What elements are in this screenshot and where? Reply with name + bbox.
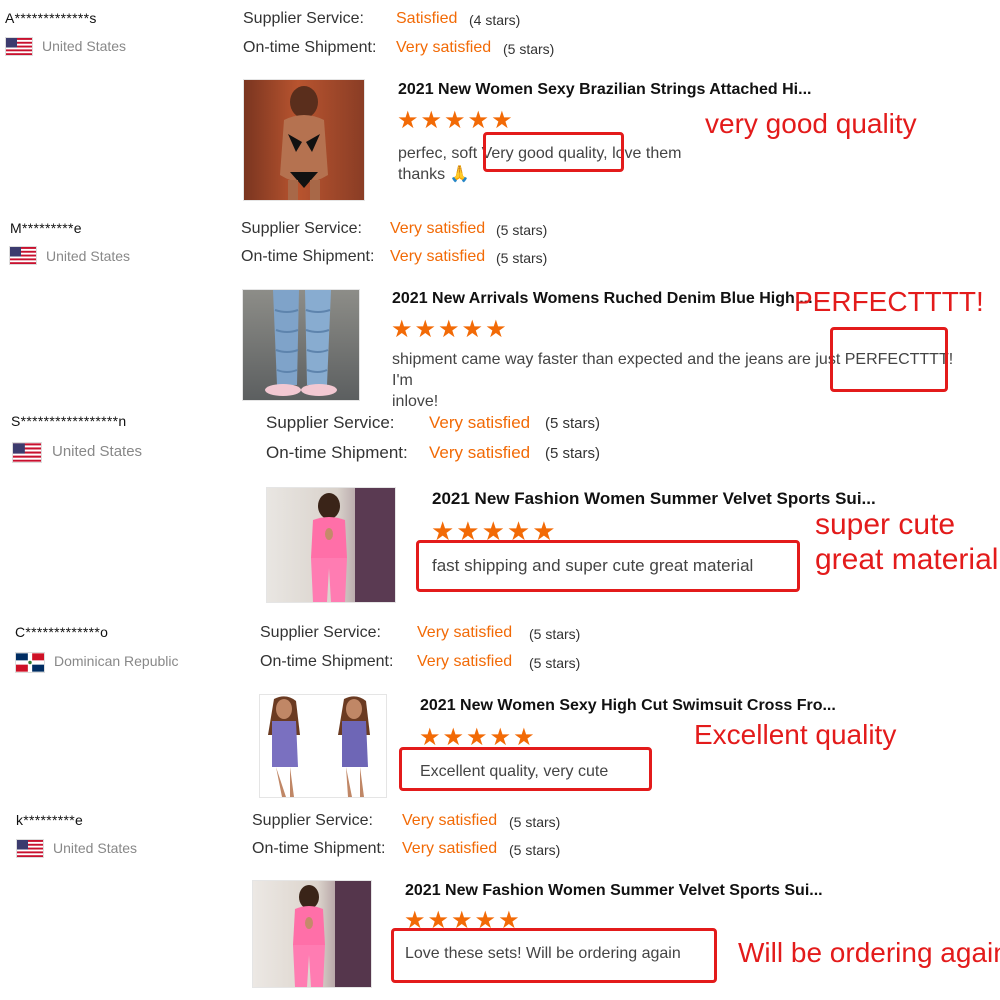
- reviewer-country: United States: [52, 443, 143, 460]
- comment-text: perfec, soft: [398, 145, 478, 162]
- rating-stars: ★★★★★: [391, 316, 509, 343]
- on-time-shipment-stars: (5 stars): [509, 842, 561, 858]
- supplier-service-label: Supplier Service:: [260, 624, 381, 641]
- on-time-shipment-stars: (5 stars): [529, 655, 581, 671]
- comment-highlight: Very good quality,: [481, 145, 608, 162]
- rating-stars: ★★★★★: [404, 907, 522, 934]
- reviewer-country: United States: [46, 248, 131, 264]
- reviewer-name: A*************s: [5, 10, 97, 26]
- product-thumbnail[interactable]: [243, 290, 359, 400]
- product-title[interactable]: 2021 New Fashion Women Summer Velvet Spo…: [432, 489, 876, 509]
- review-card: A*************s United States Supplier S…: [0, 0, 1000, 212]
- review-card: C*************o Dominican Republic Suppl…: [0, 620, 1000, 808]
- comment-text-after: love them: [612, 145, 682, 162]
- annotation-text: PERFECTTTT!: [794, 286, 984, 317]
- supplier-service-stars: (5 stars): [509, 814, 561, 830]
- reviewer-name: C*************o: [15, 624, 109, 640]
- comment-text-after: I'm: [392, 372, 413, 389]
- supplier-service-stars: (4 stars): [469, 12, 521, 28]
- on-time-shipment-value: Very satisfied: [429, 443, 531, 462]
- annotation-text: very good quality: [705, 108, 917, 139]
- on-time-shipment-label: On-time Shipment:: [243, 39, 377, 56]
- supplier-service-label: Supplier Service:: [252, 812, 373, 829]
- on-time-shipment-value: Very satisfied: [396, 39, 492, 56]
- on-time-shipment-value: Very satisfied: [390, 248, 486, 265]
- review-card: M*********e United States Supplier Servi…: [0, 212, 1000, 410]
- product-title[interactable]: 2021 New Women Sexy High Cut Swimsuit Cr…: [420, 697, 836, 715]
- product-title[interactable]: 2021 New Fashion Women Summer Velvet Spo…: [405, 882, 823, 900]
- on-time-shipment-stars: (5 stars): [503, 41, 555, 57]
- supplier-service-value: Satisfied: [396, 10, 458, 27]
- on-time-shipment-value: Very satisfied: [417, 653, 513, 670]
- reviewer-name: S*****************n: [11, 413, 127, 429]
- review-comment: shipment came way faster than expected a…: [392, 349, 977, 412]
- dominican-republic-flag-icon: [16, 653, 44, 677]
- reviewer-country: United States: [53, 840, 138, 856]
- supplier-service-value: Very satisfied: [417, 624, 513, 641]
- product-thumbnail[interactable]: [260, 695, 386, 797]
- us-flag-icon: [13, 443, 41, 467]
- review-comment: Love these sets! Will be ordering again: [405, 945, 681, 962]
- supplier-service-value: Very satisfied: [390, 220, 486, 237]
- review-card: k*********e United States Supplier Servi…: [0, 808, 1000, 1000]
- product-thumbnail[interactable]: [244, 80, 364, 200]
- annotation-line: great material: [815, 543, 999, 576]
- annotation-text: Will be ordering again: [738, 937, 1000, 968]
- on-time-shipment-label: On-time Shipment:: [252, 840, 386, 857]
- on-time-shipment-value: Very satisfied: [402, 840, 498, 857]
- product-title[interactable]: 2021 New Women Sexy Brazilian Strings At…: [398, 81, 811, 99]
- annotation-text: super cute great material: [815, 507, 998, 577]
- on-time-shipment-label: On-time Shipment:: [260, 653, 394, 670]
- on-time-shipment-label: On-time Shipment:: [266, 443, 408, 462]
- review-comment: Excellent quality, very cute: [420, 763, 609, 780]
- reviewer-country: Dominican Republic: [54, 653, 179, 669]
- supplier-service-stars: (5 stars): [529, 626, 581, 642]
- on-time-shipment-label: On-time Shipment:: [241, 248, 375, 265]
- product-title[interactable]: 2021 New Arrivals Womens Ruched Denim Bl…: [392, 290, 813, 308]
- on-time-shipment-stars: (5 stars): [545, 445, 601, 462]
- reviewer-name: k*********e: [16, 812, 84, 828]
- reviewer-name: M*********e: [10, 220, 82, 236]
- supplier-service-label: Supplier Service:: [241, 220, 362, 237]
- review-comment: perfec, soft Very good quality, love the…: [398, 143, 718, 185]
- reviewer-country: United States: [42, 38, 127, 54]
- supplier-service-stars: (5 stars): [545, 415, 601, 432]
- supplier-service-stars: (5 stars): [496, 222, 548, 238]
- product-thumbnail[interactable]: [253, 881, 371, 987]
- supplier-service-label: Supplier Service:: [266, 413, 395, 432]
- on-time-shipment-stars: (5 stars): [496, 250, 548, 266]
- us-flag-icon: [10, 247, 36, 269]
- annotation-text: Excellent quality: [694, 719, 897, 750]
- annotation-line: super cute: [815, 508, 956, 541]
- product-thumbnail[interactable]: [267, 488, 395, 602]
- us-flag-icon: [17, 840, 43, 862]
- supplier-service-value: Very satisfied: [402, 812, 498, 829]
- review-comment: fast shipping and super cute great mater…: [432, 556, 754, 575]
- review-card: S*****************n United States Suppli…: [0, 408, 1000, 620]
- comment-highlight: PERFECTTTT!: [844, 351, 954, 368]
- comment-text-line2: thanks 🙏: [398, 166, 470, 183]
- rating-stars: ★★★★★: [431, 516, 558, 546]
- comment-text: shipment came way faster than expected a…: [392, 351, 841, 368]
- supplier-service-value: Very satisfied: [429, 413, 531, 432]
- supplier-service-label: Supplier Service:: [243, 10, 364, 27]
- rating-stars: ★★★★★: [419, 724, 537, 751]
- rating-stars: ★★★★★: [397, 107, 515, 134]
- us-flag-icon: [6, 38, 32, 60]
